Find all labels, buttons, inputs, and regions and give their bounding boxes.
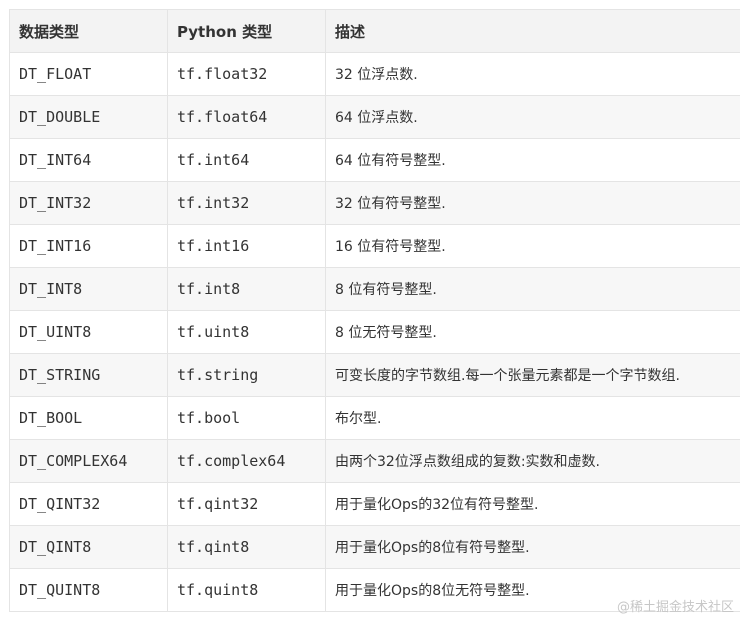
header-python-type: Python 类型	[167, 9, 326, 53]
table-row: DT_INT8 tf.int8 8 位有符号整型.	[9, 267, 740, 311]
cell-data-type: DT_INT16	[9, 224, 168, 268]
cell-data-type: DT_BOOL	[9, 396, 168, 440]
watermark-text: @稀土掘金技术社区	[616, 600, 734, 615]
cell-python-type: tf.uint8	[167, 310, 326, 354]
cell-python-type: tf.qint8	[167, 525, 326, 569]
cell-python-type: tf.int16	[167, 224, 326, 268]
data-types-table: 数据类型 Python 类型 描述 DT_FLOAT tf.float32 32 位…	[9, 9, 740, 612]
cell-python-type: tf.qint32	[167, 482, 326, 526]
table-row: DT_INT16 tf.int16 16 位有符号整型.	[9, 224, 740, 268]
cell-description: 64 位有符号整型.	[325, 138, 740, 182]
cell-description: 64 位浮点数.	[325, 95, 740, 139]
cell-description: 用于量化Ops的32位有符号整型.	[325, 482, 740, 526]
table-row: DT_INT32 tf.int32 32 位有符号整型.	[9, 181, 740, 225]
cell-description: 由两个32位浮点数组成的复数:实数和虚数.	[325, 439, 740, 483]
table-row: DT_INT64 tf.int64 64 位有符号整型.	[9, 138, 740, 182]
table-row: DT_UINT8 tf.uint8 8 位无符号整型.	[9, 310, 740, 354]
cell-description: 32 位浮点数.	[325, 52, 740, 96]
cell-python-type: tf.quint8	[167, 568, 326, 612]
table-row: DT_QINT32 tf.qint32 用于量化Ops的32位有符号整型.	[9, 482, 740, 526]
cell-data-type: DT_QINT8	[9, 525, 168, 569]
cell-data-type: DT_FLOAT	[9, 52, 168, 96]
table-row: DT_BOOL tf.bool 布尔型.	[9, 396, 740, 440]
header-description: 描述	[325, 9, 740, 53]
cell-description: 布尔型.	[325, 396, 740, 440]
table-row: DT_FLOAT tf.float32 32 位浮点数.	[9, 52, 740, 96]
cell-data-type: DT_COMPLEX64	[9, 439, 168, 483]
header-data-type: 数据类型	[9, 9, 168, 53]
table-header-row: 数据类型 Python 类型 描述	[9, 9, 740, 53]
cell-python-type: tf.float32	[167, 52, 326, 96]
cell-data-type: DT_INT64	[9, 138, 168, 182]
cell-description: 可变长度的字节数组.每一个张量元素都是一个字节数组.	[325, 353, 740, 397]
cell-description: 用于量化Ops的8位有符号整型.	[325, 525, 740, 569]
cell-data-type: DT_INT8	[9, 267, 168, 311]
cell-python-type: tf.int8	[167, 267, 326, 311]
cell-python-type: tf.string	[167, 353, 326, 397]
table-row: DT_COMPLEX64 tf.complex64 由两个32位浮点数组成的复数:实…	[9, 439, 740, 483]
table-row: DT_STRING tf.string 可变长度的字节数组.每一个张量元素都是一个字…	[9, 353, 740, 397]
cell-python-type: tf.complex64	[167, 439, 326, 483]
cell-data-type: DT_INT32	[9, 181, 168, 225]
cell-data-type: DT_QUINT8	[9, 568, 168, 612]
cell-description: 32 位有符号整型.	[325, 181, 740, 225]
cell-description: 16 位有符号整型.	[325, 224, 740, 268]
cell-data-type: DT_UINT8	[9, 310, 168, 354]
cell-python-type: tf.float64	[167, 95, 326, 139]
data-types-table-container: 数据类型 Python 类型 描述 DT_FLOAT tf.float32 32 位…	[9, 9, 740, 612]
cell-data-type: DT_DOUBLE	[9, 95, 168, 139]
cell-python-type: tf.int64	[167, 138, 326, 182]
cell-description: 8 位有符号整型.	[325, 267, 740, 311]
table-row: DT_DOUBLE tf.float64 64 位浮点数.	[9, 95, 740, 139]
cell-data-type: DT_STRING	[9, 353, 168, 397]
cell-python-type: tf.int32	[167, 181, 326, 225]
cell-python-type: tf.bool	[167, 396, 326, 440]
table-body: DT_FLOAT tf.float32 32 位浮点数. DT_DOUBLE tf.fl…	[9, 52, 740, 612]
table-row: DT_QINT8 tf.qint8 用于量化Ops的8位有符号整型.	[9, 525, 740, 569]
cell-description: 8 位无符号整型.	[325, 310, 740, 354]
cell-data-type: DT_QINT32	[9, 482, 168, 526]
